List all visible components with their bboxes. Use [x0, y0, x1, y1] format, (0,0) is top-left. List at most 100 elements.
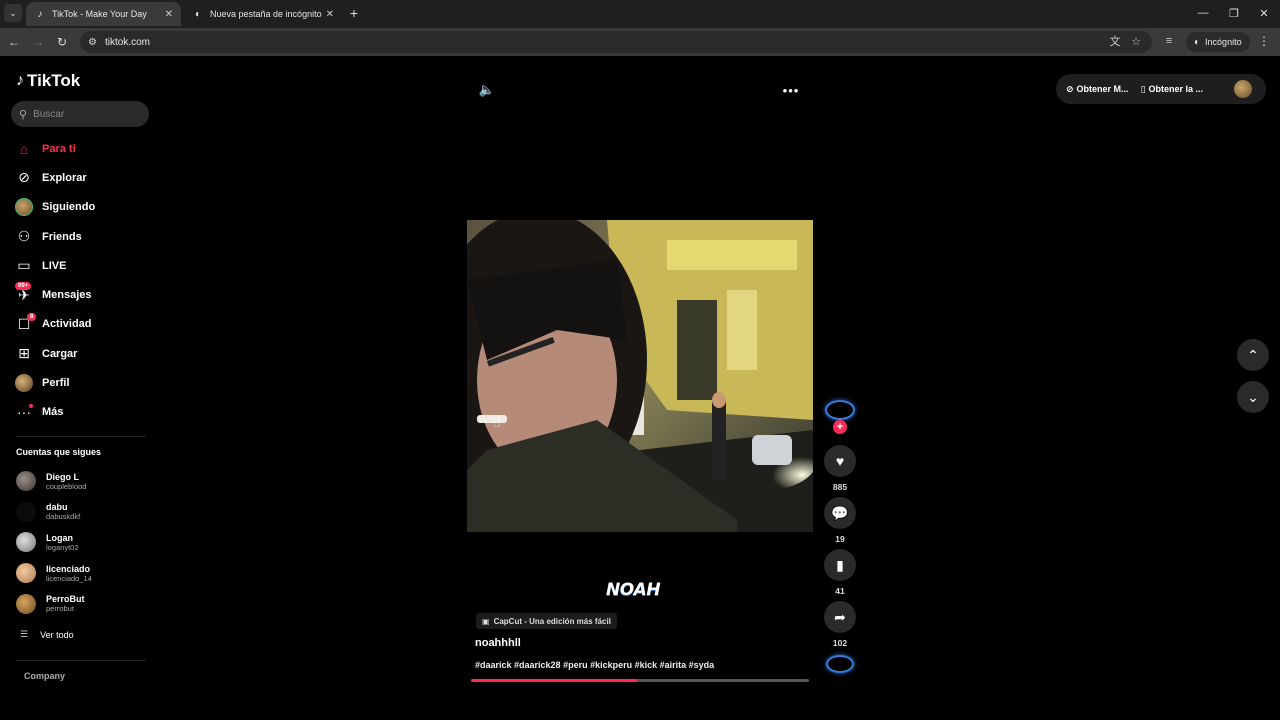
top-right-actions: ⊘ Obtener M... ▯ Obtener la ... [1056, 74, 1266, 104]
following-name: PerroBut [46, 594, 85, 605]
get-app-link[interactable]: ▯ Obtener la ... [1141, 84, 1203, 95]
volume-icon[interactable]: 🔈 [479, 82, 495, 98]
search-input[interactable] [33, 108, 134, 120]
music-disc-icon[interactable] [826, 655, 854, 673]
live-icon: ▭ [17, 257, 31, 274]
nav-siguiendo[interactable]: Siguiendo [0, 193, 160, 222]
divider [16, 436, 146, 437]
following-name: Diego L [46, 471, 79, 482]
nav-label: Para ti [42, 142, 76, 155]
bookmark-icon[interactable]: ▮ [824, 549, 856, 581]
see-all-link[interactable]: ☰ Ver todo [20, 629, 74, 640]
minimize-icon[interactable]: — [1194, 5, 1212, 21]
following-item[interactable]: licenciado licenciado_14 [16, 558, 151, 589]
progress-fill [471, 679, 637, 682]
share-icon[interactable]: ➦ [824, 601, 856, 633]
back-icon[interactable]: ← [6, 34, 22, 50]
creator-avatar[interactable]: + [824, 399, 856, 434]
tab-title: TikTok - Make Your Day [52, 9, 147, 19]
media-control-icon[interactable]: ≡ [1161, 33, 1177, 49]
get-coins-link[interactable]: ⊘ Obtener M... [1066, 84, 1129, 95]
forward-icon[interactable]: → [30, 34, 46, 50]
capcut-tag[interactable]: ▣ CapCut - Una edición más fácil [476, 613, 617, 629]
new-tab-button[interactable]: + [346, 5, 362, 21]
chevron-up-icon: ⌃ [1247, 346, 1259, 363]
tiktok-note-icon: ♪ [16, 72, 24, 89]
restore-icon[interactable]: ❐ [1225, 5, 1243, 21]
avatar-ring [825, 400, 855, 420]
comment-icon[interactable]: 💬 [824, 497, 856, 529]
translate-icon[interactable]: 文 [1107, 33, 1123, 49]
next-video-button[interactable]: ⌄ [1237, 381, 1269, 413]
incognito-icon: ◐ [194, 8, 202, 20]
site-info-icon[interactable]: ⚙ [88, 37, 97, 48]
url-field[interactable]: ⚙ tiktok.com [80, 31, 1152, 53]
nav-label: LIVE [42, 259, 67, 272]
nav-perfil[interactable]: Perfil [0, 368, 160, 397]
follow-plus-icon[interactable]: + [833, 420, 847, 434]
nav-label: Perfil [42, 377, 70, 390]
following-username: licenciado_14 [46, 573, 92, 583]
tab-incognito[interactable]: ◐ Nueva pestaña de incógnito ✕ [184, 2, 342, 26]
video-player[interactable] [467, 220, 813, 532]
nav-mas[interactable]: ··· Más [0, 398, 160, 427]
following-item[interactable]: dabu dabuskdkf [16, 497, 151, 528]
following-name: dabu [46, 502, 68, 513]
reload-icon[interactable]: ↻ [54, 34, 70, 50]
search-box[interactable]: ⚲ [11, 101, 149, 127]
following-item[interactable]: PerroBut perrobut [16, 588, 151, 619]
close-icon[interactable]: ✕ [165, 9, 173, 20]
tab-search-button[interactable]: ⌄ [4, 4, 22, 22]
nav-label: Siguiendo [42, 201, 96, 214]
video-progress-bar[interactable] [471, 679, 809, 682]
following-username: perrobut [46, 604, 74, 614]
browser-tab-bar: ⌄ ♪ TikTok - Make Your Day ✕ ◐ Nueva pes… [0, 0, 1280, 28]
nav-live[interactable]: ▭ LIVE [0, 251, 160, 280]
nav-cargar[interactable]: ⊞ Cargar [0, 339, 160, 368]
heart-icon[interactable]: ♥ [824, 445, 856, 477]
nav-label: Explorar [42, 171, 87, 184]
avatar-wrapper [15, 198, 33, 217]
video-author[interactable]: noahhhll [475, 637, 521, 649]
incognito-indicator[interactable]: ◐ Incógnito [1186, 32, 1250, 52]
following-username: dabuskdkf [46, 512, 81, 522]
avatar [16, 532, 36, 553]
video-actions: + ♥ 885 💬 19 ▮ 41 ➦ 102 [823, 399, 857, 673]
nav-mensajes[interactable]: ✈ 99+ Mensajes [0, 280, 160, 309]
browser-menu-icon[interactable]: ⋮ [1258, 34, 1270, 48]
chevron-down-icon: ⌄ [1247, 388, 1259, 405]
close-icon[interactable]: ✕ [326, 9, 334, 20]
following-item[interactable]: Diego L coupleblood [16, 466, 151, 497]
tab-tiktok[interactable]: ♪ TikTok - Make Your Day ✕ [26, 2, 181, 26]
nav-explorar[interactable]: ⊘ Explorar [0, 163, 160, 192]
like-count: 885 [832, 482, 848, 492]
nav-label: Mensajes [42, 289, 92, 302]
upload-icon: ⊞ [18, 345, 30, 362]
nav-para-ti[interactable]: ⌂ Para ti [0, 134, 160, 163]
get-coins-label: Obtener M... [1076, 84, 1129, 94]
more-options-icon[interactable]: ••• [782, 82, 800, 98]
sidebar: ♪ TikTok ⚲ ⌂ Para ti ⊘ Explorar Siguiend… [0, 56, 160, 720]
tiktok-logo[interactable]: ♪ TikTok [16, 71, 80, 91]
compass-icon: ⊘ [18, 169, 30, 186]
comment-count: 19 [835, 534, 845, 544]
company-link[interactable]: Company [24, 671, 65, 681]
tiktok-icon: ♪ [37, 8, 43, 20]
activity-badge: 8 [27, 312, 37, 321]
close-window-icon[interactable]: ✕ [1255, 5, 1273, 21]
avatar-wrapper [15, 374, 33, 393]
video-frame-image [467, 220, 813, 532]
avatar [16, 563, 36, 584]
nav-friends[interactable]: ⚇ Friends [0, 222, 160, 251]
url-text: tiktok.com [104, 36, 150, 48]
star-icon[interactable]: ☆ [1128, 33, 1144, 49]
nav-actividad[interactable]: ☐ 8 Actividad [0, 310, 160, 339]
noah-logo: NOAH [606, 580, 661, 600]
following-text: Logan loganyt02 [46, 533, 79, 552]
following-item[interactable]: Logan loganyt02 [16, 527, 151, 558]
previous-video-button[interactable]: ⌃ [1237, 339, 1269, 371]
home-icon: ⌂ [19, 140, 29, 157]
profile-avatar[interactable] [1234, 80, 1252, 98]
following-username: loganyt02 [46, 542, 79, 552]
following-text: dabu dabuskdkf [46, 502, 80, 521]
